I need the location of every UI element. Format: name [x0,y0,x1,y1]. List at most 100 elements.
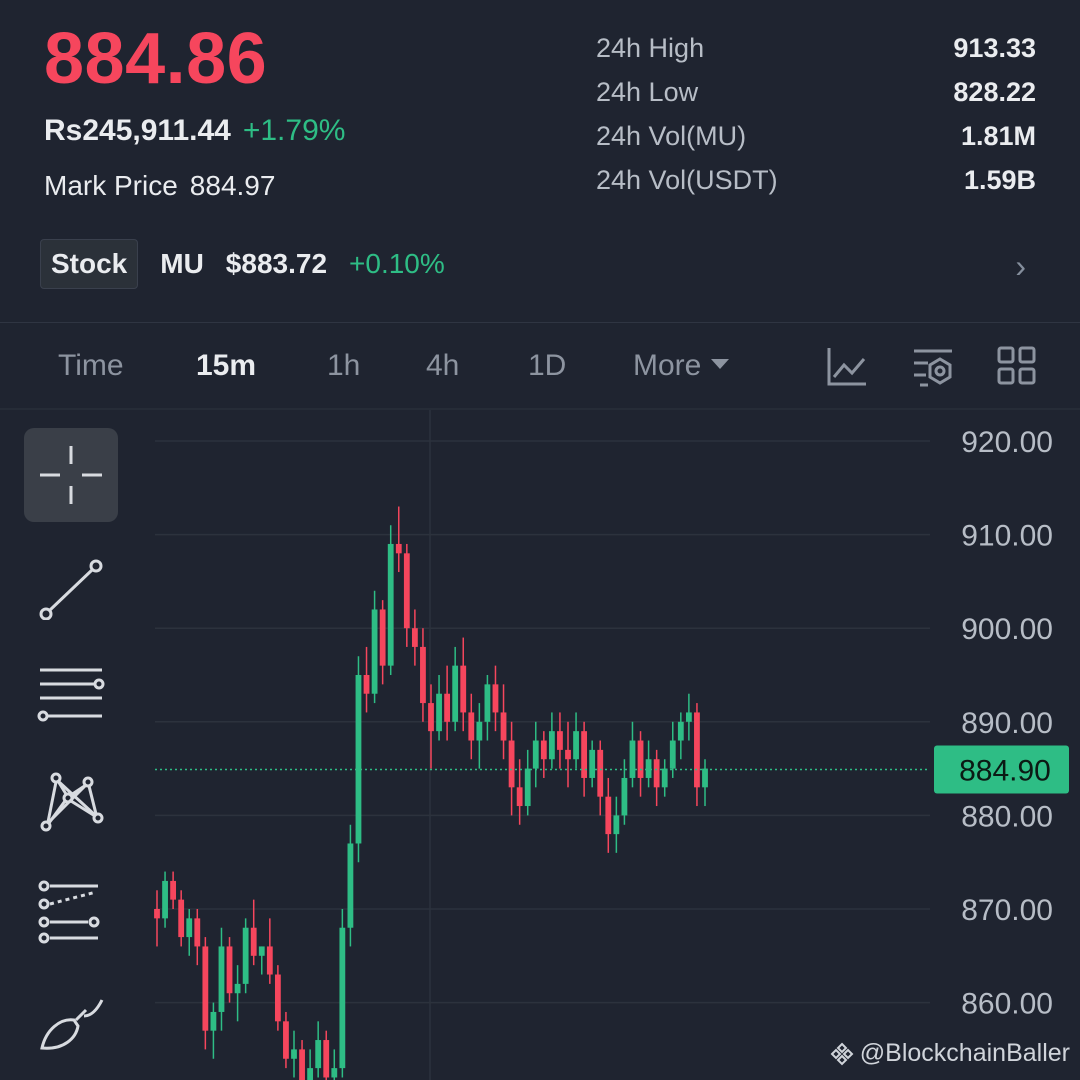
stat-value: 828.22 [953,77,1036,107]
binance-logo-icon [830,1042,854,1065]
candle-body [581,731,588,778]
candle-body [516,787,523,807]
candle-body [436,693,442,732]
stat-value: 913.33 [953,33,1036,63]
candle-body [274,974,281,1022]
tab-1h[interactable]: 1h [327,349,360,383]
candle-body [637,740,644,778]
candle-body [323,1040,330,1078]
candlestick-chart[interactable]: 920.00 910.00 900.00 890.00 880.00 870.00 860.… [0,410,1080,1080]
candle-body [291,1049,297,1059]
candle-body [403,553,410,629]
candle-body [508,740,515,788]
layout-grid-icon[interactable] [996,345,1038,387]
candle-body [685,712,692,722]
last-price: 884.86 [44,19,268,99]
pattern-tool[interactable] [24,758,118,852]
pattern-icon [40,772,104,832]
chart-canvas: 920.00 910.00 900.00 890.00 880.00 870.00 860.… [154,410,1069,1080]
trend-line-tool[interactable] [24,538,118,632]
candle-body [202,946,209,1031]
stock-badge: Stock [40,239,139,289]
watermark-text: @BlockchainBaller [859,1039,1070,1067]
stats-panel: 24h High 913.33 24h Low 828.22 24h Vol(M… [596,30,1036,206]
candle-body [492,684,499,713]
tab-15m[interactable]: 15m [196,349,256,383]
settings-icon[interactable] [912,345,954,387]
candle-body [420,646,426,704]
candle-body [218,946,225,1012]
candle-body [307,1068,314,1080]
tab-time[interactable]: Time [58,349,124,383]
stat-label: 24h Low [596,77,699,107]
stat-label: 24h Vol(MU) [596,121,747,151]
crosshair-tool[interactable] [24,428,118,522]
indicator-icon[interactable] [826,345,868,387]
candle-body [669,740,676,769]
y-tick-label: 900.00 [961,613,1053,646]
stock-link-row[interactable]: Stock MU $883.72 +0.10% › [40,238,1040,290]
chevron-right-icon[interactable]: › [1015,248,1026,285]
candle-body [677,721,684,741]
stat-row-high: 24h High 913.33 [596,30,1036,74]
y-tick-label: 890.00 [961,707,1053,740]
candle-body [452,665,459,722]
candle-body [661,768,668,788]
tab-4h[interactable]: 4h [426,349,459,383]
watermark: @BlockchainBaller [830,1039,1070,1068]
stock-change: +0.10% [349,248,445,279]
horizontal-lines-tool[interactable] [24,648,118,742]
fiat-price: Rs245,911.44 [44,114,231,147]
candle-body [178,899,185,938]
tab-1d[interactable]: 1D [528,349,566,383]
candle-body [283,1021,289,1059]
stat-value: 1.59B [963,165,1036,195]
stat-label: 24h Vol(USDT) [596,165,778,195]
mark-price-value: 884.97 [189,170,276,201]
fib-tool[interactable] [24,868,118,962]
candle-body [162,880,168,919]
candle-body [226,946,233,994]
candle-body [460,665,467,713]
candle-body [645,759,652,778]
candle-body [573,731,579,760]
candle-body [154,909,160,919]
candle-body [186,918,193,938]
change-percent: +1.79% [242,114,346,147]
fiat-price-row: Rs245,911.44 +1.79% [44,114,345,148]
candle-body [694,712,700,788]
candle-body [557,731,563,750]
candle-body [565,749,571,760]
candle-body [315,1040,322,1069]
candle-body [484,684,491,722]
candle-body [468,712,475,741]
trend-line-icon [39,559,103,620]
candle-body [613,815,620,835]
candle-body [363,675,370,694]
candle-body [371,609,378,694]
candle-body [266,946,273,975]
tab-more[interactable]: More [633,349,730,383]
candle-body [395,543,402,554]
candle-body [428,703,434,732]
candle-body [444,693,451,722]
candle-body [589,749,596,778]
timeframe-bar: Time 15m 1h 4h 1D More [0,323,1080,409]
candle-body [702,768,708,788]
candle-body [597,749,604,797]
candle-body [258,946,265,956]
crosshair-icon [40,446,102,504]
brush-tool[interactable] [24,978,118,1072]
stock-symbol: MU [160,248,204,279]
stat-row-vol-mu: 24h Vol(MU) 1.81M [596,118,1036,162]
candle-body [379,609,386,666]
y-tick-label: 870.00 [961,894,1053,927]
y-tick-label: 910.00 [961,520,1053,553]
candle-body [234,983,241,994]
candle-body [653,759,660,788]
stat-label: 24h High [596,33,705,63]
candle-body [355,675,362,844]
candle-body [605,796,612,835]
candle-body [170,880,177,900]
stat-value: 1.81M [960,121,1036,151]
